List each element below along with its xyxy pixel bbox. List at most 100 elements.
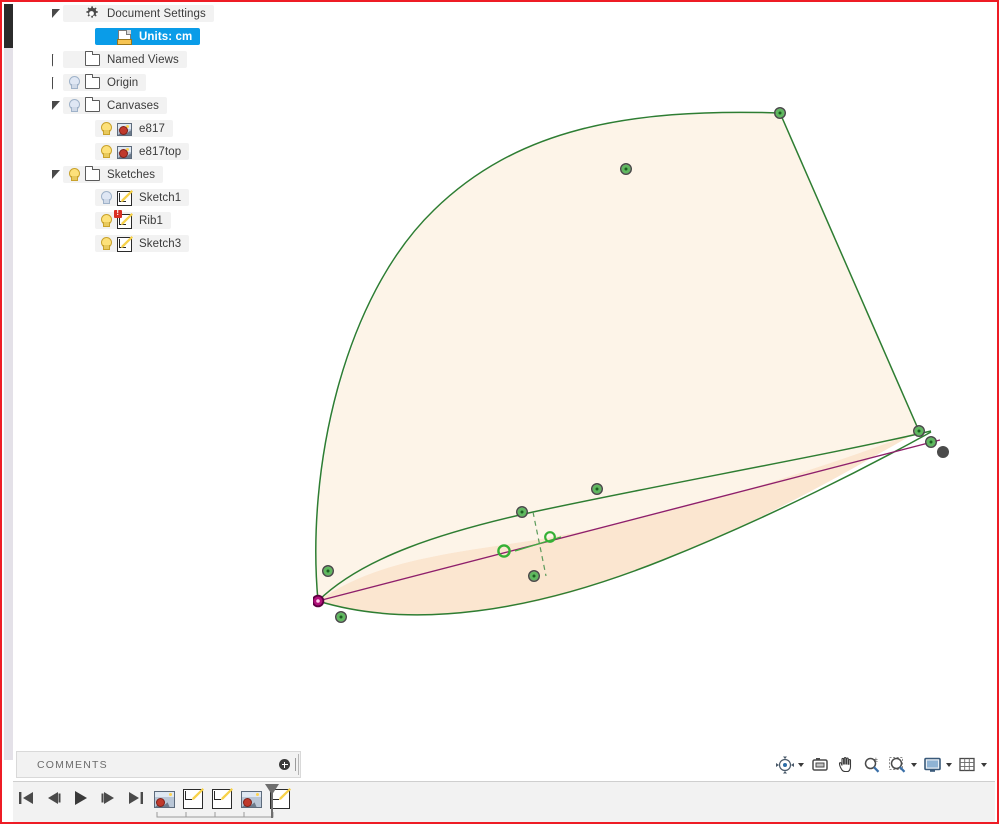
look-at-icon xyxy=(812,758,828,771)
grid-snaps-caret[interactable] xyxy=(981,763,987,767)
visibility-bulb-icon[interactable] xyxy=(65,166,82,183)
spline-point[interactable] xyxy=(924,435,938,449)
expand-arrow-icon[interactable] xyxy=(49,99,63,113)
folder-icon xyxy=(83,51,100,68)
folder-icon xyxy=(83,166,100,183)
collapse-arrow-icon[interactable] xyxy=(49,53,63,67)
visibility-bulb-icon[interactable] xyxy=(97,235,114,252)
tree-item-units-cm[interactable]: Units: cm xyxy=(13,25,313,48)
canvas-image-icon xyxy=(115,143,132,160)
step-forward-button[interactable] xyxy=(99,790,117,806)
collapse-arrow-icon[interactable] xyxy=(49,76,63,90)
spline-point[interactable] xyxy=(590,482,604,496)
spline-point[interactable] xyxy=(527,569,541,583)
monitor-icon xyxy=(924,757,941,772)
tree-item-rib1[interactable]: Rib1 xyxy=(13,208,313,232)
arrow-spacer xyxy=(81,191,95,205)
svg-text:±: ± xyxy=(874,757,878,764)
gear-icon xyxy=(83,5,100,22)
comments-bar[interactable]: COMMENTS xyxy=(16,751,301,778)
expand-arrow-icon[interactable] xyxy=(49,168,63,182)
tree-item-origin[interactable]: Origin xyxy=(13,71,313,94)
tree-item-label: e817top xyxy=(139,145,182,158)
timeline-bar[interactable] xyxy=(13,782,995,822)
timeline-feature-canvas-e817[interactable] xyxy=(153,788,175,810)
go-to-end-button[interactable] xyxy=(126,790,144,806)
sketch-icon xyxy=(212,788,233,809)
zoom-window-tool-button[interactable] xyxy=(886,753,919,777)
canvas-image-icon xyxy=(115,120,132,137)
visibility-bulb-icon[interactable] xyxy=(97,120,114,137)
step-backward-button[interactable] xyxy=(45,790,63,806)
visibility-bulb-icon[interactable] xyxy=(97,143,114,160)
look-at-tool-button[interactable] xyxy=(808,753,832,777)
spline-point[interactable] xyxy=(619,163,633,175)
browser-tree-panel[interactable]: Document Settings Units: cm Named Views Ori… xyxy=(13,2,313,742)
visibility-bulb-icon[interactable] xyxy=(97,189,114,206)
play-button[interactable] xyxy=(72,790,90,806)
timeline-marker-stem xyxy=(271,792,273,818)
spline-point[interactable] xyxy=(321,564,335,578)
bulb-spacer xyxy=(65,5,82,22)
tree-item-label: Sketch3 xyxy=(139,237,182,250)
navigation-toolbar[interactable]: ± xyxy=(773,752,989,778)
sketch-icon xyxy=(115,235,133,252)
tree-item-sketch3[interactable]: Sketch3 xyxy=(13,232,313,255)
tree-item-label: Canvases xyxy=(107,99,159,112)
canvas-image-icon xyxy=(154,791,175,808)
sketch-icon xyxy=(114,208,133,229)
tree-item-sketches[interactable]: Sketches xyxy=(13,163,313,186)
tree-item-label: Rib1 xyxy=(139,214,164,227)
arrow-spacer xyxy=(81,122,95,136)
tree-item-document-settings[interactable]: Document Settings xyxy=(13,2,313,25)
folder-icon xyxy=(83,74,100,91)
tree-item-sketch1[interactable]: Sketch1 xyxy=(13,186,313,209)
warning-badge-icon xyxy=(114,208,122,218)
spline-point[interactable] xyxy=(912,424,926,438)
zoom-window-dropdown-caret[interactable] xyxy=(911,763,917,767)
timeline-playback-controls[interactable] xyxy=(18,790,144,806)
visibility-bulb-icon[interactable] xyxy=(65,74,82,91)
display-settings-caret[interactable] xyxy=(946,763,952,767)
orbit-icon xyxy=(776,756,794,774)
sketch-origin-center xyxy=(316,599,320,603)
orbit-dropdown-caret[interactable] xyxy=(798,763,804,767)
tree-item-label: Named Views xyxy=(107,53,179,66)
spline-point[interactable] xyxy=(334,610,348,624)
comments-caret xyxy=(295,758,296,771)
tree-item-label: Sketch1 xyxy=(139,191,182,204)
comments-resize-handle[interactable] xyxy=(298,754,299,775)
go-to-beginning-button[interactable] xyxy=(18,790,36,806)
zoom-tool-button[interactable]: ± xyxy=(860,753,884,777)
arrow-spacer xyxy=(81,145,95,159)
spline-point[interactable] xyxy=(515,505,529,519)
zoom-window-icon xyxy=(889,757,906,773)
folder-icon xyxy=(83,97,100,114)
tree-item-e817[interactable]: e817 xyxy=(13,117,313,140)
tree-item-label: Document Settings xyxy=(107,7,206,20)
tree-item-label: Sketches xyxy=(107,168,156,181)
timeline-feature-canvas-e817top[interactable] xyxy=(240,788,262,810)
cursor-dot xyxy=(937,446,949,458)
tree-item-label: e817 xyxy=(139,122,165,135)
display-settings-button[interactable] xyxy=(921,753,954,777)
expand-arrow-icon[interactable] xyxy=(49,7,63,21)
orbit-tool-button[interactable] xyxy=(773,753,806,777)
tree-item-e817top[interactable]: e817top xyxy=(13,140,313,163)
spline-point[interactable] xyxy=(773,107,787,119)
timeline-end-marker[interactable] xyxy=(265,784,279,818)
arrow-spacer xyxy=(81,214,95,228)
grid-snaps-button[interactable] xyxy=(956,753,989,777)
timeline-feature-sketch-rib1[interactable] xyxy=(211,788,233,810)
pan-tool-button[interactable] xyxy=(834,753,858,777)
sketch-icon xyxy=(115,189,133,206)
zoom-icon: ± xyxy=(864,757,880,773)
visibility-bulb-icon[interactable] xyxy=(65,97,82,114)
timeline-feature-sketch-1[interactable] xyxy=(182,788,204,810)
application-window: Document Settings Units: cm Named Views Ori… xyxy=(0,0,999,824)
visibility-bulb-icon[interactable] xyxy=(97,212,114,229)
window-edge-strip-light xyxy=(4,48,13,760)
add-comment-icon[interactable] xyxy=(279,759,290,770)
tree-item-named-views[interactable]: Named Views xyxy=(13,48,313,71)
tree-item-canvases[interactable]: Canvases xyxy=(13,94,313,117)
